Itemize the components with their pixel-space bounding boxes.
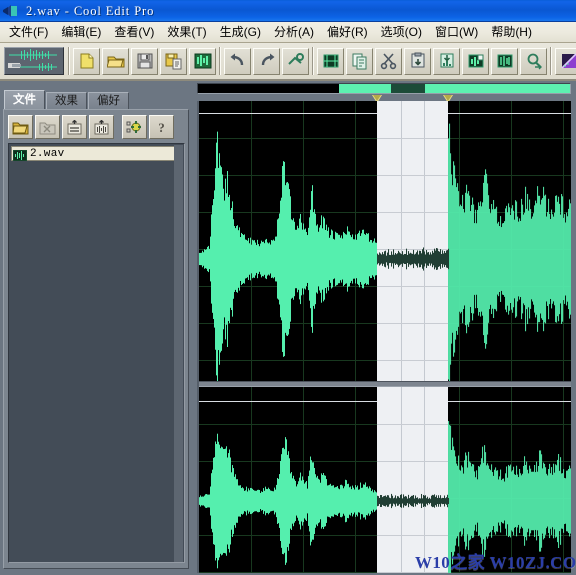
- redo-button[interactable]: [253, 47, 280, 75]
- toolbar-group-edit: [316, 45, 548, 77]
- menu-item-help[interactable]: 帮助(H): [485, 23, 539, 41]
- selection-grid-line: [377, 175, 449, 176]
- mix-paste-button[interactable]: [433, 47, 460, 75]
- menu-item-edit[interactable]: 编辑(E): [55, 23, 108, 41]
- selection-grid-line: [377, 424, 449, 425]
- toolbar-separator: [548, 47, 554, 75]
- menu-item-favorites[interactable]: 偏好(R): [321, 23, 375, 41]
- tab-files[interactable]: 文件: [4, 90, 45, 109]
- file-list[interactable]: 2.wav: [8, 143, 185, 563]
- toolbar-group-views: [554, 45, 576, 77]
- file-list-scrollbar[interactable]: [174, 145, 183, 562]
- menu-item-effects[interactable]: 效果(T): [161, 23, 213, 41]
- wave-file-icon: [12, 148, 28, 162]
- close-file-button[interactable]: [35, 115, 60, 139]
- toolbar-group-history: [223, 45, 310, 77]
- selection-region[interactable]: [377, 101, 449, 381]
- selection-grid-line: [377, 461, 449, 462]
- toolbar-separator: [310, 47, 316, 75]
- file-name: 2.wav: [30, 147, 65, 160]
- files-panel: ? 2.wav: [3, 109, 189, 569]
- navigator-range: [339, 84, 570, 93]
- paste-button[interactable]: [404, 47, 431, 75]
- menu-item-analyze[interactable]: 分析(A): [268, 23, 321, 41]
- list-item[interactable]: 2.wav: [11, 146, 182, 162]
- insert-multitrack-button[interactable]: [89, 115, 114, 139]
- toolbar-group-file: [72, 45, 217, 77]
- save-button[interactable]: [131, 47, 158, 75]
- zoom-navigator[interactable]: [197, 83, 571, 94]
- panel-tabstrip: 文件 效果 偏好: [4, 90, 130, 109]
- new-file-button[interactable]: [73, 47, 100, 75]
- insert-into-session-button[interactable]: [62, 115, 87, 139]
- selection-grid-line: [377, 138, 449, 139]
- cool-edit-pro-icon: [2, 2, 22, 20]
- title-bar: 2.wav - Cool Edit Pro: [0, 0, 576, 22]
- select-all-button[interactable]: [317, 47, 344, 75]
- selection-grid-line: [424, 387, 426, 573]
- help-button[interactable]: ?: [149, 115, 174, 139]
- selection-grid-line: [377, 286, 449, 287]
- menu-item-generate[interactable]: 生成(G): [214, 23, 268, 41]
- open-file-button[interactable]: [8, 115, 33, 139]
- selection-region[interactable]: [377, 387, 449, 573]
- trim-button[interactable]: [462, 47, 489, 75]
- navigator-viewport[interactable]: [391, 84, 425, 93]
- spectral-view-button[interactable]: [555, 47, 576, 75]
- waveform-view-button[interactable]: [4, 47, 64, 75]
- selection-grid-line: [377, 360, 449, 361]
- delete-silence-button[interactable]: [491, 47, 518, 75]
- menu-item-view[interactable]: 查看(V): [108, 23, 161, 41]
- cool-edit-pro-window: 2.wav - Cool Edit Pro 文件(F) 编辑(E) 查看(V) …: [0, 0, 576, 575]
- cut-button[interactable]: [375, 47, 402, 75]
- tab-effects[interactable]: 效果: [46, 92, 87, 109]
- files-mini-toolbar: ?: [8, 114, 176, 140]
- main-toolbar: [0, 43, 576, 81]
- selection-grid-line: [377, 212, 449, 213]
- batch-process-button[interactable]: [189, 47, 216, 75]
- tab-favorites[interactable]: 偏好: [88, 92, 129, 109]
- right-channel[interactable]: [199, 387, 571, 573]
- undo-button[interactable]: [224, 47, 251, 75]
- menu-item-options[interactable]: 选项(O): [375, 23, 429, 41]
- selection-grid-line: [377, 572, 449, 573]
- selection-grid-line: [424, 101, 426, 381]
- waveform-canvas[interactable]: [197, 101, 571, 573]
- open-file-button[interactable]: [102, 47, 129, 75]
- autoplay-options-button[interactable]: [122, 115, 147, 139]
- save-as-button[interactable]: [160, 47, 187, 75]
- selection-grid-line: [377, 535, 449, 536]
- menu-item-window[interactable]: 窗口(W): [429, 23, 485, 41]
- selection-grid-line: [401, 387, 403, 573]
- selection-grid-line: [401, 101, 403, 381]
- selection-grid-line: [377, 498, 449, 499]
- menu-item-file[interactable]: 文件(F): [3, 23, 55, 41]
- selection-grid-line: [377, 249, 449, 250]
- wave-display-area: [193, 81, 576, 575]
- repeat-last-button[interactable]: [282, 47, 309, 75]
- toolbar-separator: [217, 47, 223, 75]
- selection-grid-line: [377, 323, 449, 324]
- menu-bar: 文件(F) 编辑(E) 查看(V) 效果(T) 生成(G) 分析(A) 偏好(R…: [0, 22, 576, 43]
- window-title: 2.wav - Cool Edit Pro: [26, 3, 155, 18]
- copy-button[interactable]: [346, 47, 373, 75]
- svg-text:?: ?: [158, 120, 165, 135]
- zoom-selection-button[interactable]: [520, 47, 547, 75]
- left-panel: 文件 效果 偏好 ? 2.wav: [0, 81, 193, 575]
- left-channel[interactable]: [199, 101, 571, 381]
- toolbar-separator: [66, 47, 72, 75]
